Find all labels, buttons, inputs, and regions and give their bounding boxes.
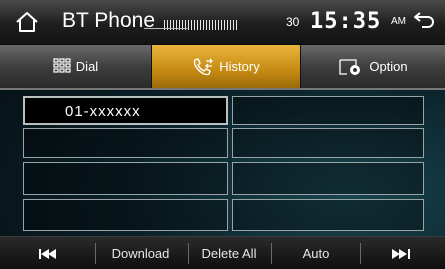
home-icon[interactable] [15,11,39,38]
history-entry[interactable] [232,162,424,195]
call-history-icon [194,57,214,75]
auto-button[interactable]: Auto [272,237,360,269]
history-entry[interactable] [23,128,228,158]
history-entry[interactable] [232,199,424,231]
next-button[interactable] [361,237,441,269]
volume-level: 30 [286,15,300,29]
bottom-toolbar: Download Delete All Auto [0,236,445,269]
delete-all-button[interactable]: Delete All [189,237,269,269]
header-bar: BT Phone 30 15:35 AM [0,0,445,44]
tab-option[interactable]: Option [301,45,445,88]
history-entry[interactable] [23,199,228,231]
page-title: BT Phone [62,9,156,32]
history-entry-number: 01-xxxxxx [65,103,141,120]
history-entry[interactable]: 01-xxxxxx [23,96,228,125]
history-entry[interactable] [23,162,228,195]
tab-dial-label: Dial [75,59,99,74]
tab-option-label: Option [369,59,408,74]
tab-bar: Dial History Option [0,44,445,90]
signal-strength-icon [144,20,268,30]
tab-underline [0,88,445,90]
clock-time: 15:35 [310,9,382,34]
history-entry[interactable] [232,128,424,158]
tab-dial[interactable]: Dial [0,45,152,88]
prev-button[interactable] [8,237,88,269]
dialpad-icon [53,57,71,73]
tab-history-label: History [219,59,260,74]
clock-ampm: AM [391,16,406,27]
bt-phone-screen: BT Phone 30 15:35 AM Dial History Option… [0,0,445,269]
history-entry[interactable] [232,96,424,125]
back-arrow-icon[interactable] [412,11,436,36]
tab-history[interactable]: History [152,45,301,88]
download-button[interactable]: Download [96,237,185,269]
skip-previous-icon [39,248,56,259]
skip-next-icon [392,248,410,259]
gear-icon [339,58,361,75]
